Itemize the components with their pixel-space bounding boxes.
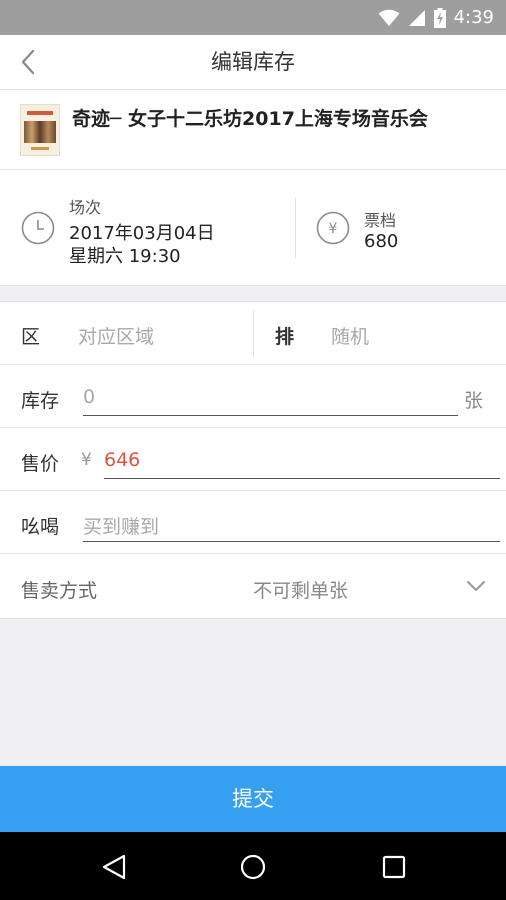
session-weekday-time: 星期六 19:30 xyxy=(69,246,181,267)
ticket-tier-label: 票档 xyxy=(364,211,397,230)
seat-row: 区 对应区域 排 随机 xyxy=(0,302,506,365)
stock-unit: 张 xyxy=(464,390,484,412)
chevron-down-icon xyxy=(467,581,485,591)
slogan-row: 吆喝 买到赚到 xyxy=(0,491,506,554)
slogan-label: 吆喝 xyxy=(21,516,60,538)
stock-row: 库存 0 张 xyxy=(0,365,506,428)
sale-mode-label: 售卖方式 xyxy=(21,580,98,602)
stock-input[interactable]: 0 xyxy=(83,386,95,408)
zone-label: 区 xyxy=(21,326,41,348)
price-input-underline xyxy=(104,478,500,479)
clock-icon xyxy=(21,211,55,245)
wifi-icon xyxy=(378,9,400,26)
nav-home-icon[interactable] xyxy=(240,854,266,880)
battery-charging-icon xyxy=(433,7,446,28)
stock-form: 区 对应区域 排 随机 库存 0 张 售价 ¥ 646 吆喝 买到赚到 售卖方式… xyxy=(0,301,506,619)
row-label: 排 xyxy=(275,326,295,348)
event-poster-image xyxy=(20,104,60,156)
status-time: 4:39 xyxy=(453,7,494,28)
session-label: 场次 xyxy=(69,198,102,217)
cell-signal-icon xyxy=(408,9,425,26)
sale-mode-value: 不可剩单张 xyxy=(253,580,349,602)
submit-button[interactable]: 提交 xyxy=(0,766,506,832)
system-nav-bar xyxy=(0,832,506,900)
row-input[interactable]: 随机 xyxy=(331,322,369,349)
sale-mode-select[interactable]: 售卖方式 不可剩单张 xyxy=(0,554,506,618)
stock-input-underline xyxy=(83,415,458,416)
price-currency: ¥ xyxy=(81,450,92,470)
price-row: 售价 ¥ 646 xyxy=(0,428,506,491)
page-title: 编辑库存 xyxy=(211,50,295,74)
svg-text:¥: ¥ xyxy=(329,221,338,237)
ticket-tier-value: 680 xyxy=(364,231,399,252)
price-input[interactable]: 646 xyxy=(104,449,140,471)
nav-back-icon[interactable] xyxy=(101,853,127,881)
nav-recents-icon[interactable] xyxy=(382,855,406,879)
event-card: 奇迹─ 女子十二乐坊2017上海专场音乐会 xyxy=(0,90,506,170)
status-bar: 4:39 xyxy=(0,0,506,35)
zone-input[interactable]: 对应区域 xyxy=(78,322,154,349)
divider xyxy=(295,198,296,258)
slogan-input[interactable]: 买到赚到 xyxy=(83,512,159,539)
slogan-input-underline xyxy=(83,541,500,542)
top-app-bar: 编辑库存 xyxy=(0,35,506,90)
price-label: 售价 xyxy=(21,453,60,475)
divider xyxy=(253,310,254,356)
event-name: 奇迹─ 女子十二乐坊2017上海专场音乐会 xyxy=(72,108,428,130)
stock-label: 库存 xyxy=(21,390,60,412)
yen-icon: ¥ xyxy=(316,211,350,245)
